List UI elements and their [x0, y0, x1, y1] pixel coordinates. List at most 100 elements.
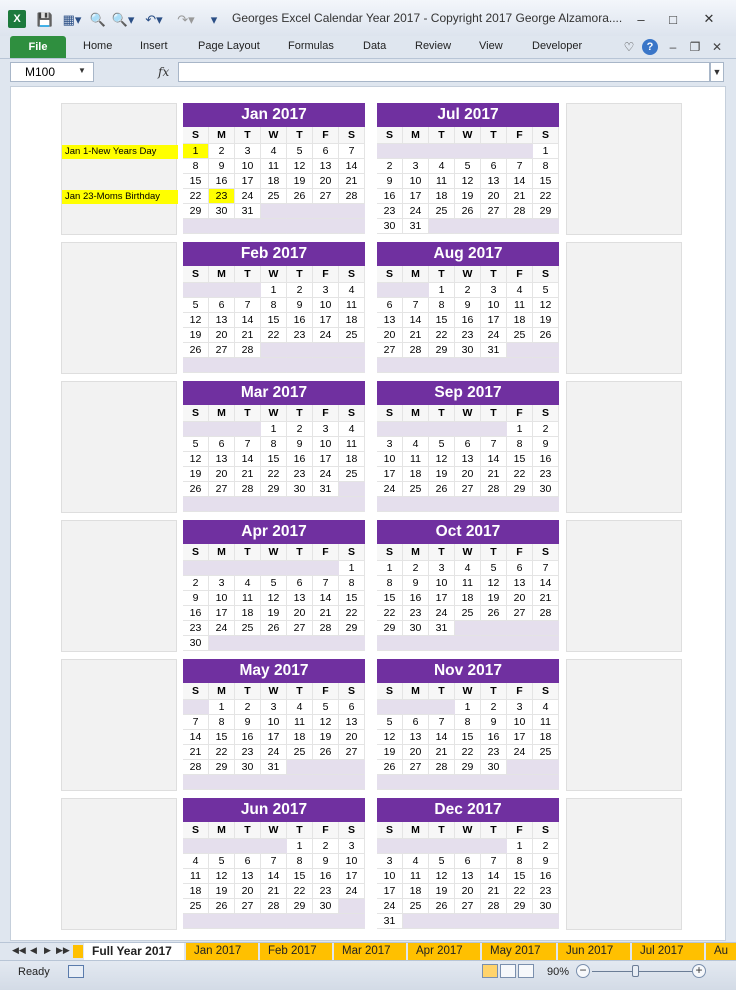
day-cell[interactable]: 21 [261, 884, 287, 899]
day-cell[interactable]: 27 [403, 760, 429, 775]
day-cell[interactable]: 17 [339, 869, 365, 884]
day-cell[interactable]: 6 [339, 700, 365, 715]
day-cell[interactable]: 23 [235, 745, 261, 760]
day-cell[interactable]: 12 [313, 715, 339, 730]
day-cell[interactable]: 5 [183, 298, 209, 313]
day-cell[interactable]: 29 [507, 482, 533, 497]
day-cell[interactable]: 13 [339, 715, 365, 730]
day-cell[interactable]: 27 [209, 343, 235, 358]
day-cell[interactable]: 2 [481, 700, 507, 715]
day-cell[interactable]: 19 [481, 591, 507, 606]
day-cell[interactable]: 17 [507, 730, 533, 745]
day-cell[interactable]: 14 [313, 591, 339, 606]
day-cell[interactable]: 25 [287, 745, 313, 760]
day-cell[interactable]: 6 [507, 561, 533, 576]
day-cell[interactable]: 14 [481, 869, 507, 884]
day-cell[interactable]: 23 [313, 884, 339, 899]
day-cell[interactable]: 7 [507, 159, 533, 174]
day-cell[interactable]: 18 [287, 730, 313, 745]
day-cell[interactable]: 5 [313, 700, 339, 715]
day-cell[interactable]: 1 [429, 283, 455, 298]
day-cell[interactable]: 28 [313, 621, 339, 636]
customize-toolbar-icon[interactable]: ▾ [206, 10, 222, 30]
day-cell[interactable]: 26 [209, 899, 235, 914]
day-cell[interactable]: 31 [429, 621, 455, 636]
day-cell[interactable]: 26 [261, 621, 287, 636]
day-cell[interactable]: 6 [209, 298, 235, 313]
day-cell[interactable]: 27 [377, 343, 403, 358]
day-cell[interactable]: 11 [287, 715, 313, 730]
find-replace-icon[interactable]: 🔍▾ [110, 10, 136, 30]
day-cell[interactable]: 21 [235, 467, 261, 482]
day-cell[interactable]: 10 [261, 715, 287, 730]
day-cell[interactable]: 9 [455, 298, 481, 313]
name-box-dropdown-icon[interactable]: ▼ [78, 66, 86, 75]
day-cell[interactable]: 18 [429, 189, 455, 204]
day-cell[interactable]: 19 [455, 189, 481, 204]
day-cell[interactable]: 19 [287, 174, 313, 189]
day-cell[interactable]: 2 [209, 144, 235, 159]
page-break-view-icon[interactable] [518, 964, 534, 978]
day-cell[interactable]: 6 [235, 854, 261, 869]
day-cell[interactable]: 19 [313, 730, 339, 745]
day-cell[interactable]: 22 [183, 189, 209, 204]
day-cell[interactable]: 22 [455, 745, 481, 760]
excel-app-icon[interactable]: X [8, 10, 26, 28]
day-cell[interactable]: 2 [377, 159, 403, 174]
day-cell[interactable]: 15 [339, 591, 365, 606]
day-cell[interactable]: 30 [313, 899, 339, 914]
help-icon[interactable]: ? [642, 39, 658, 55]
day-cell[interactable]: 8 [455, 715, 481, 730]
day-cell[interactable]: 28 [339, 189, 365, 204]
maximize-icon[interactable]: □ [660, 10, 686, 28]
day-cell[interactable]: 5 [455, 159, 481, 174]
day-cell[interactable]: 13 [377, 313, 403, 328]
day-cell[interactable]: 7 [183, 715, 209, 730]
insert-function-icon[interactable]: fx [158, 65, 169, 79]
event-note[interactable]: Jan 1-New Years Day [62, 145, 178, 159]
day-cell[interactable]: 12 [209, 869, 235, 884]
day-cell[interactable]: 5 [429, 437, 455, 452]
page-layout-view-icon[interactable] [500, 964, 516, 978]
day-cell[interactable]: 26 [455, 204, 481, 219]
day-cell[interactable]: 4 [235, 576, 261, 591]
day-cell[interactable]: 22 [507, 467, 533, 482]
day-cell[interactable]: 28 [183, 760, 209, 775]
day-cell[interactable]: 7 [313, 576, 339, 591]
day-cell[interactable]: 25 [183, 899, 209, 914]
day-cell[interactable]: 2 [235, 700, 261, 715]
day-cell[interactable]: 18 [183, 884, 209, 899]
day-cell[interactable]: 22 [377, 606, 403, 621]
day-cell[interactable]: 29 [455, 760, 481, 775]
day-cell[interactable]: 25 [261, 189, 287, 204]
notes-panel-right[interactable] [566, 659, 682, 791]
day-cell[interactable]: 23 [287, 467, 313, 482]
day-cell[interactable]: 10 [339, 854, 365, 869]
day-cell[interactable]: 21 [403, 328, 429, 343]
day-cell[interactable]: 22 [209, 745, 235, 760]
day-cell[interactable]: 16 [455, 313, 481, 328]
tab-page-layout[interactable]: Page Layout [198, 40, 260, 52]
form-icon[interactable]: ▦▾ [60, 10, 84, 30]
day-cell[interactable]: 4 [429, 159, 455, 174]
day-cell[interactable]: 7 [403, 298, 429, 313]
day-cell[interactable]: 24 [209, 621, 235, 636]
sheet-tab[interactable]: Jan 2017 [186, 943, 258, 960]
day-cell[interactable]: 6 [377, 298, 403, 313]
day-cell[interactable]: 6 [209, 437, 235, 452]
day-cell[interactable]: 17 [377, 467, 403, 482]
day-cell[interactable]: 28 [507, 204, 533, 219]
day-cell[interactable]: 22 [429, 328, 455, 343]
day-cell[interactable]: 8 [507, 437, 533, 452]
day-cell[interactable]: 1 [533, 144, 559, 159]
day-cell[interactable]: 21 [183, 745, 209, 760]
sheet-tab[interactable]: May 2017 [482, 943, 556, 960]
day-cell[interactable]: 13 [455, 452, 481, 467]
day-cell[interactable]: 30 [377, 219, 403, 234]
day-cell[interactable]: 20 [209, 467, 235, 482]
day-cell[interactable]: 24 [313, 467, 339, 482]
day-cell[interactable]: 19 [533, 313, 559, 328]
tab-developer[interactable]: Developer [532, 40, 582, 52]
day-cell[interactable]: 21 [533, 591, 559, 606]
day-cell[interactable]: 8 [287, 854, 313, 869]
